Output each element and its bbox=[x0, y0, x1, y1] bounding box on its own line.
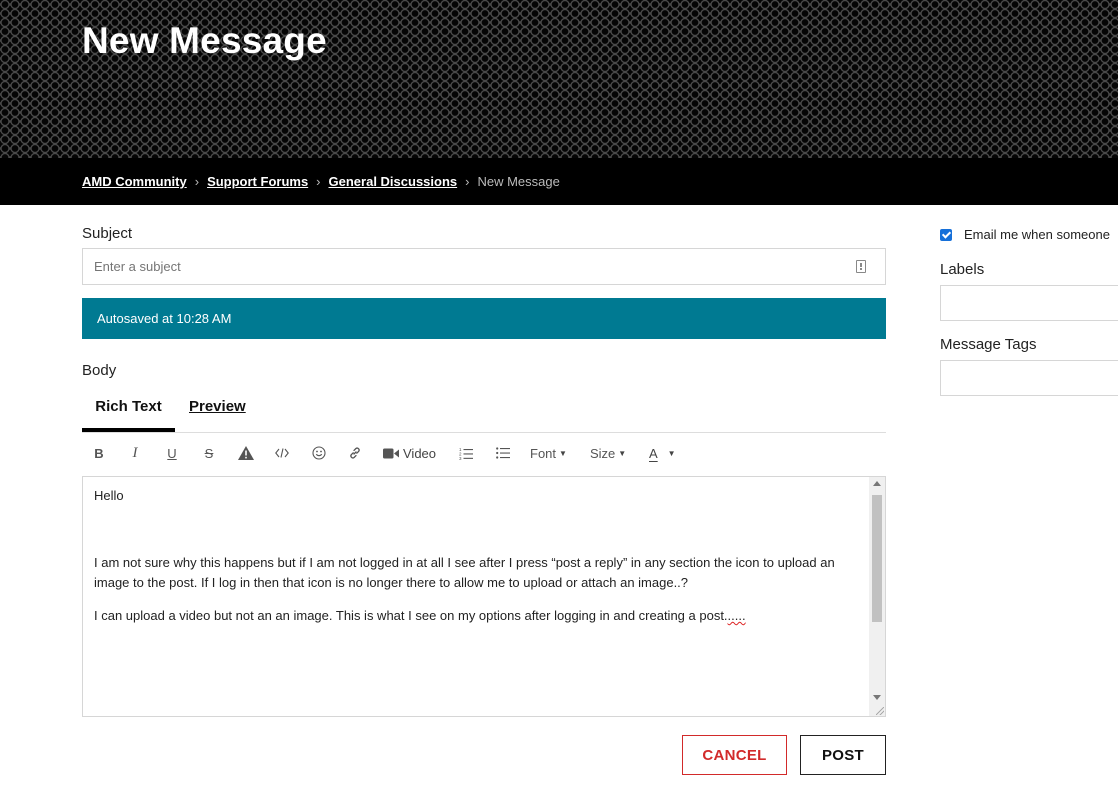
bold-icon[interactable]: B bbox=[92, 443, 106, 463]
breadcrumb-link-amd-community[interactable]: AMD Community bbox=[82, 174, 187, 189]
body-label: Body bbox=[82, 362, 117, 379]
body-paragraph: Hello bbox=[94, 488, 124, 503]
svg-text:3: 3 bbox=[459, 456, 462, 460]
breadcrumb-separator: › bbox=[316, 174, 321, 189]
tab-rich-text[interactable]: Rich Text bbox=[82, 398, 175, 432]
labels-label: Labels bbox=[940, 261, 985, 278]
font-dropdown[interactable]: Font ▼ bbox=[530, 443, 570, 463]
italic-icon[interactable]: I bbox=[128, 443, 142, 463]
subject-input[interactable] bbox=[94, 259, 794, 274]
character-counter-icon bbox=[856, 260, 866, 273]
bulleted-list-icon[interactable] bbox=[494, 443, 512, 463]
subject-field[interactable] bbox=[82, 248, 886, 285]
scroll-up-arrow-icon[interactable] bbox=[873, 481, 881, 486]
labels-input[interactable] bbox=[940, 285, 1118, 321]
font-label: Font bbox=[530, 445, 557, 461]
message-tags-label: Message Tags bbox=[940, 336, 1037, 353]
emoji-icon[interactable] bbox=[310, 443, 328, 463]
video-button[interactable]: Video bbox=[383, 443, 439, 463]
scroll-down-arrow-icon[interactable] bbox=[873, 695, 881, 700]
breadcrumb: AMD Community › Support Forums › General… bbox=[82, 174, 560, 189]
editor-toolbar: B I U S Video 123 Font ▼ Size ▼ A ▼ bbox=[82, 433, 886, 476]
video-label: Video bbox=[403, 445, 437, 461]
misspelled-text: ..... bbox=[727, 608, 746, 623]
page-title: New Message bbox=[82, 20, 327, 61]
breadcrumb-current: New Message bbox=[477, 174, 560, 189]
size-label: Size bbox=[590, 445, 616, 461]
underline-icon[interactable]: U bbox=[165, 443, 179, 463]
body-paragraph: I am not sure why this happens but if I … bbox=[94, 555, 835, 590]
breadcrumb-link-general-discussions[interactable]: General Discussions bbox=[329, 174, 458, 189]
editor-tabs: Rich Text Preview bbox=[82, 390, 886, 433]
scrollbar-thumb[interactable] bbox=[872, 495, 882, 622]
email-notify-label: Email me when someone bbox=[964, 227, 1110, 242]
body-text: I can upload a video but not an an image… bbox=[94, 608, 728, 623]
caret-down-icon: ▼ bbox=[618, 448, 627, 458]
body-paragraph: I can upload a video but not an an image… bbox=[94, 606, 864, 626]
editor-content[interactable]: Hello I am not sure why this happens but… bbox=[94, 486, 864, 626]
font-color-icon: A bbox=[649, 445, 658, 461]
strikethrough-icon[interactable]: S bbox=[202, 443, 216, 463]
body-editor[interactable]: Hello I am not sure why this happens but… bbox=[82, 476, 886, 717]
caret-down-icon: ▼ bbox=[667, 448, 676, 458]
breadcrumb-separator: › bbox=[465, 174, 470, 189]
size-dropdown[interactable]: Size ▼ bbox=[590, 443, 630, 463]
hero-banner: New Message bbox=[0, 0, 1118, 158]
video-camera-icon bbox=[383, 448, 399, 458]
resize-handle-icon[interactable] bbox=[876, 707, 884, 715]
font-color-dropdown[interactable]: A ▼ bbox=[649, 443, 685, 463]
breadcrumb-bar: AMD Community › Support Forums › General… bbox=[0, 158, 1118, 205]
code-icon[interactable] bbox=[273, 443, 291, 463]
email-notify-checkbox[interactable] bbox=[940, 229, 952, 241]
subject-label: Subject bbox=[82, 225, 133, 242]
post-button[interactable]: POST bbox=[800, 735, 886, 775]
link-icon[interactable] bbox=[346, 443, 364, 463]
caret-down-icon: ▼ bbox=[559, 448, 567, 458]
breadcrumb-link-support-forums[interactable]: Support Forums bbox=[207, 174, 308, 189]
autosave-banner: Autosaved at 10:28 AM bbox=[82, 298, 886, 339]
numbered-list-icon[interactable]: 123 bbox=[457, 443, 475, 463]
cancel-button[interactable]: CANCEL bbox=[682, 735, 787, 775]
tab-preview[interactable]: Preview bbox=[189, 398, 246, 415]
editor-scrollbar[interactable] bbox=[869, 477, 885, 716]
message-tags-input[interactable] bbox=[940, 360, 1118, 396]
spoiler-warning-icon[interactable] bbox=[237, 443, 255, 463]
breadcrumb-separator: › bbox=[194, 174, 200, 189]
